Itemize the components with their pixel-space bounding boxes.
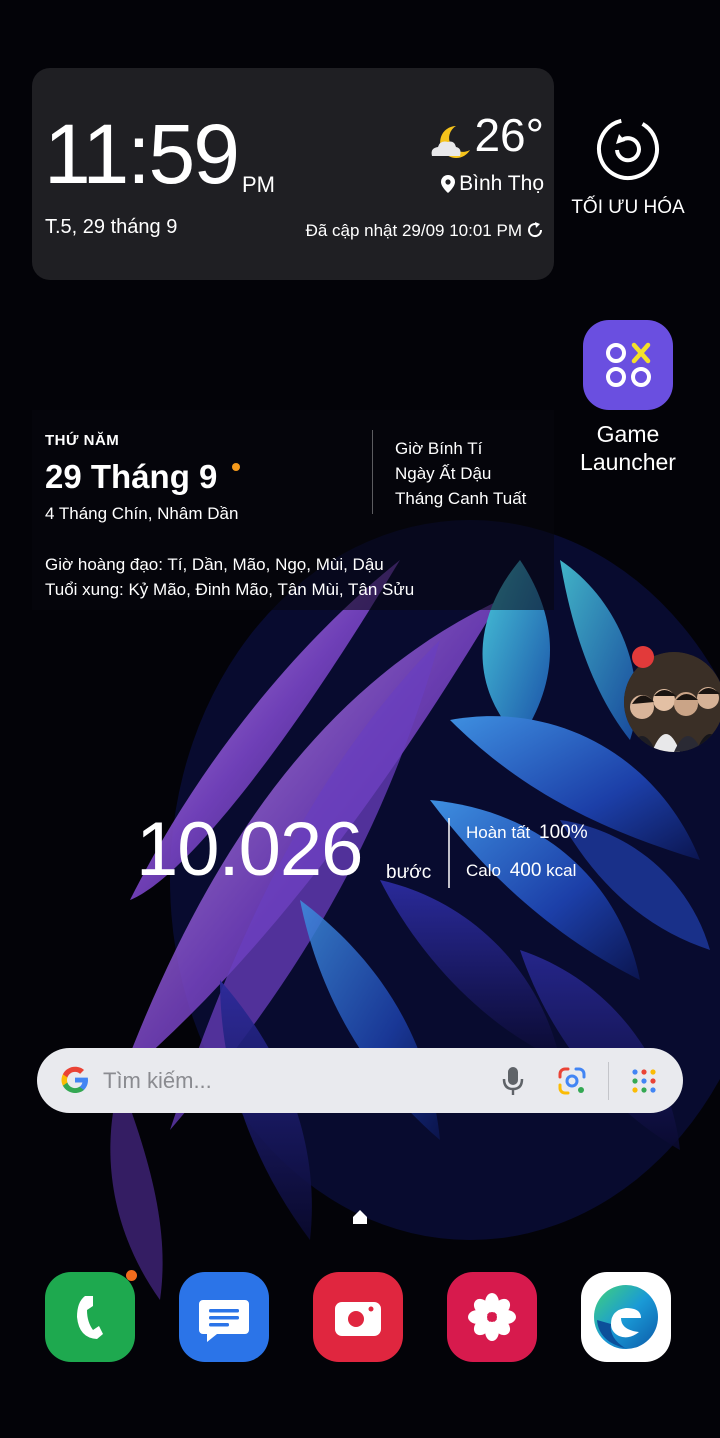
calendar-date: 29 Tháng 9 xyxy=(45,458,218,495)
calendar-lunar-date: 4 Tháng Chín, Nhâm Dần xyxy=(45,504,239,523)
phone-notification-dot xyxy=(126,1270,137,1281)
optimize-shortcut[interactable]: TỐI ƯU HÓA xyxy=(566,116,690,219)
game-launcher-label: Game Launcher xyxy=(560,420,696,476)
steps-completion-label: Hoàn tất xyxy=(466,823,531,842)
steps-completion-value: 100% xyxy=(539,822,588,843)
messages-icon xyxy=(199,1300,249,1342)
location-pin-icon xyxy=(441,175,456,193)
game-launcher-label-line2: Launcher xyxy=(580,449,676,475)
refresh-icon[interactable] xyxy=(526,221,544,239)
edge-browser-app[interactable] xyxy=(581,1272,671,1362)
calendar-divider xyxy=(372,430,373,514)
phone-app[interactable] xyxy=(45,1272,135,1362)
calendar-day: Ngày Ất Dậu xyxy=(395,464,492,483)
messages-app[interactable] xyxy=(179,1272,269,1362)
camera-icon xyxy=(335,1302,381,1336)
steps-divider xyxy=(448,818,450,888)
optimize-icon xyxy=(597,118,659,180)
steps-count[interactable]: 10.026 xyxy=(136,812,363,888)
search-placeholder[interactable]: Tìm kiếm... xyxy=(103,1068,212,1094)
clock-date: T.5, 29 tháng 9 xyxy=(45,216,178,238)
notification-badge xyxy=(632,646,654,668)
steps-unit: bước xyxy=(386,862,432,883)
calendar-hour: Giờ Bính Tí xyxy=(395,439,483,458)
game-launcher-app[interactable]: Game Launcher xyxy=(560,320,696,476)
phone-icon xyxy=(77,1296,103,1339)
clock-time: 11:59 xyxy=(44,107,240,201)
calories-label: Calo xyxy=(466,861,501,880)
clock-weather-widget[interactable]: 11:59 PM T.5, 29 tháng 9 26° Bình Thọ Đã… xyxy=(32,68,554,280)
game-launcher-label-line1: Game xyxy=(596,421,660,447)
calendar-good-hours: Giờ hoàng đạo: Tí, Dần, Mão, Ngọ, Mùi, D… xyxy=(45,555,384,574)
calendar-can-chi: Giờ Bính Tí Ngày Ất Dậu Tháng Canh Tuất xyxy=(395,436,526,511)
apps-grid-icon[interactable] xyxy=(631,1068,657,1094)
calendar-weekday: THỨ NĂM xyxy=(45,432,120,449)
calories-unit: kcal xyxy=(546,861,577,880)
weather-location: Bình Thọ xyxy=(441,172,544,196)
steps-completion: Hoàn tất 100% xyxy=(466,822,588,844)
search-bar-separator xyxy=(608,1062,609,1100)
calendar-conflicts: Tuổi xung: Kỷ Mão, Đinh Mão, Tân Mùi, Tâ… xyxy=(45,580,415,599)
google-logo-icon xyxy=(61,1066,88,1093)
google-lens-icon[interactable] xyxy=(557,1066,587,1096)
clock-ampm: PM xyxy=(242,172,275,197)
steps-calories: Calo 400 kcal xyxy=(466,860,576,882)
optimize-label: TỐI ƯU HÓA xyxy=(571,197,685,218)
microphone-icon[interactable] xyxy=(501,1065,525,1097)
calendar-month: Tháng Canh Tuất xyxy=(395,489,527,508)
weather-moon-cloud-icon xyxy=(431,126,470,158)
gallery-app[interactable] xyxy=(447,1272,537,1362)
calories-value: 400 xyxy=(509,860,542,881)
google-search-bar[interactable]: Tìm kiếm... xyxy=(37,1048,683,1113)
weather-temperature: 26° xyxy=(474,109,544,161)
game-launcher-icon xyxy=(583,320,673,410)
calendar-event-dot xyxy=(232,463,240,471)
gallery-flower-icon xyxy=(468,1293,516,1341)
camera-app[interactable] xyxy=(313,1272,403,1362)
weather-location-name: Bình Thọ xyxy=(459,172,544,195)
weather-updated-text: Đã cập nhật 29/09 10:01 PM xyxy=(305,221,522,240)
edge-browser-icon xyxy=(594,1285,658,1349)
lunar-calendar-widget[interactable]: THỨ NĂM 29 Tháng 9 4 Tháng Chín, Nhâm Dầ… xyxy=(32,410,554,610)
weather-updated: Đã cập nhật 29/09 10:01 PM xyxy=(306,218,544,241)
home-page-indicator-icon[interactable] xyxy=(351,1208,369,1226)
